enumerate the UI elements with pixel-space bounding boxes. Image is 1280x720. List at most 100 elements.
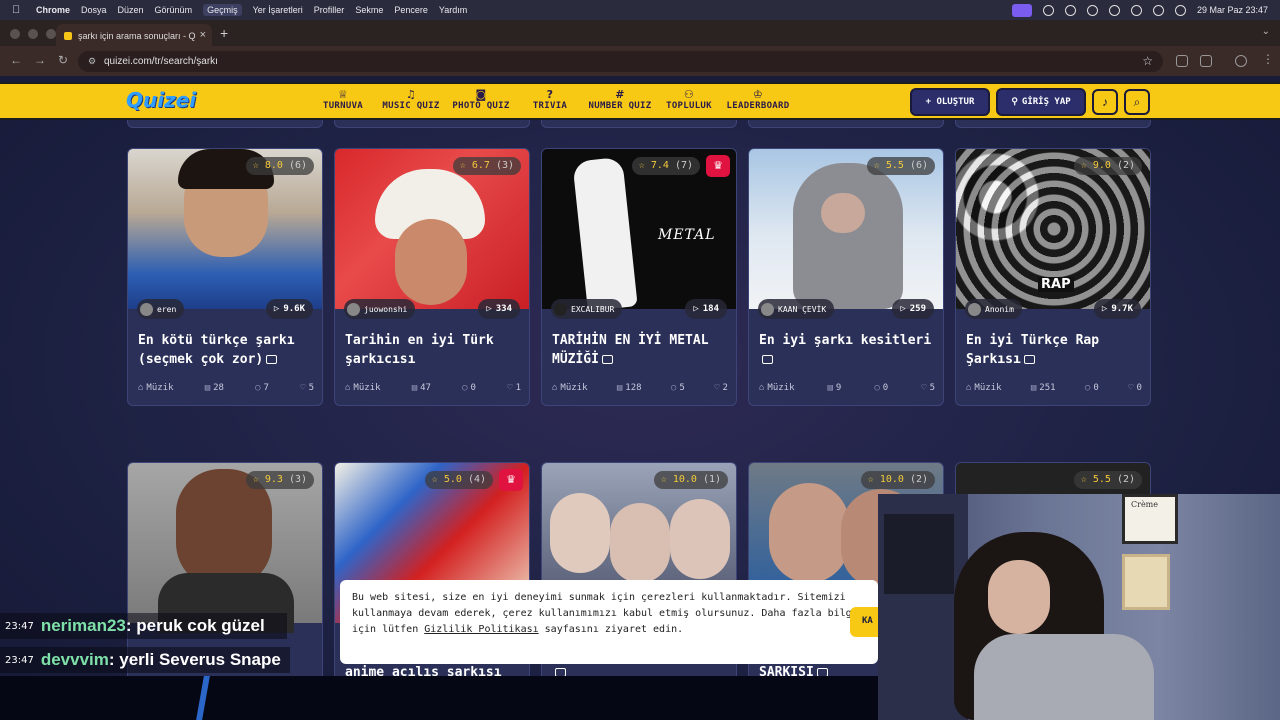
back-icon[interactable]: ← — [10, 53, 22, 67]
privacy-policy-link[interactable]: Gizlilik Politikası — [424, 624, 538, 635]
quiz-title[interactable]: En kötü türkçe şarkı (seçmek çok zor) — [138, 331, 318, 369]
menu-duzen[interactable]: Düzen — [118, 5, 144, 15]
user-switch-icon[interactable] — [1174, 4, 1186, 16]
avatar — [968, 302, 981, 316]
zoom-window-button[interactable] — [46, 29, 56, 39]
play-count: ▷ 9.6K — [265, 299, 313, 319]
comment-count: ○ 0 — [874, 383, 889, 393]
browser-tab[interactable]: şarkı için arama sonuçları - Q × — [56, 24, 212, 46]
menu-sekme[interactable]: Sekme — [355, 5, 383, 15]
extension-icon[interactable] — [1176, 55, 1188, 67]
menu-gecmis[interactable]: Geçmiş — [203, 4, 242, 16]
like-count: ♡ 2 — [714, 383, 728, 393]
create-button[interactable]: + OLUŞTUR — [910, 88, 990, 116]
comment-icon: ○ — [255, 383, 261, 393]
menu-dosya[interactable]: Dosya — [81, 5, 107, 15]
quiz-card[interactable] — [541, 120, 737, 128]
nav-leaderboard[interactable]: ♔ LEADERBOARD — [724, 88, 792, 111]
clock[interactable]: 29 Mar Paz 23:47 — [1197, 5, 1268, 15]
quiz-card[interactable]: METAL ☆ 7.4 (7) ♛ EXCALIBUR ▷ 184 TARİHİN… — [541, 148, 737, 406]
tag-icon: ⌂ — [345, 383, 351, 393]
author-chip[interactable]: KAAN ÇEVİK — [758, 299, 835, 319]
star-icon: ☆ — [660, 474, 667, 485]
author-chip[interactable]: eren — [137, 299, 185, 319]
reload-icon[interactable]: ↻ — [58, 53, 68, 67]
quiz-title[interactable]: TARİHİN EN İYİ METAL MÜZİĞİ — [552, 331, 732, 369]
quiz-card[interactable]: ☆ 8.0 (6) eren ▷ 9.6K En kötü türkçe şark… — [127, 148, 323, 406]
apple-icon[interactable]:  — [12, 4, 26, 16]
star-icon: ☆ — [867, 474, 874, 485]
site-logo[interactable]: Quizei — [126, 88, 196, 112]
chat-message: 23:47 neriman23: peruk cok güzel — [0, 613, 287, 639]
question-icon: ? — [546, 88, 554, 101]
heart-icon: ♡ — [300, 383, 306, 393]
wifi-icon[interactable] — [1130, 4, 1142, 16]
quiz-card[interactable]: ☆ 6.7 (3) juowonshi ▷ 334 Tarihin en iyi … — [334, 148, 530, 406]
minimize-window-button[interactable] — [28, 29, 38, 39]
profile-icon[interactable] — [1235, 55, 1247, 67]
menu-pencere[interactable]: Pencere — [394, 5, 428, 15]
quiz-card[interactable] — [127, 120, 323, 128]
browser-menu-icon[interactable]: ⋮ — [1262, 52, 1274, 66]
control-center-icon[interactable] — [1152, 4, 1164, 16]
bookmark-star-icon[interactable]: ☆ — [1142, 54, 1153, 68]
site-info-icon[interactable]: ⚙ — [88, 56, 96, 67]
rating-badge: ☆ 10.0 (1) — [653, 471, 728, 489]
quiz-card[interactable]: ☆ 5.5 (6) KAAN ÇEVİK ▷ 259 En iyi şarkı k… — [748, 148, 944, 406]
tab-search-icon[interactable]: ⌄ — [1262, 26, 1270, 37]
status-icon[interactable] — [1042, 4, 1054, 16]
category: ⌂ Müzik — [345, 383, 381, 393]
comment-icon: ○ — [1084, 383, 1091, 393]
like-count: ♡ 0 — [1128, 383, 1142, 393]
quiz-title[interactable]: En iyi şarkı kesitleri — [759, 331, 939, 369]
nav-turnuva[interactable]: ♕ TURNUVA — [318, 88, 368, 111]
browser-toolbar: ← → ↻ ⚙ quizei.com/tr/search/şarkı ☆ ⋮ — [0, 46, 1280, 76]
crown-icon: ♛ — [499, 469, 523, 491]
new-tab-icon[interactable]: + — [220, 25, 228, 41]
menu-app[interactable]: Chrome — [36, 5, 70, 15]
video-icon — [266, 355, 278, 364]
play-status-icon[interactable] — [1086, 4, 1098, 16]
star-icon: ☆ — [1080, 474, 1087, 485]
quiz-card[interactable]: RAP ☆ 9.0 (2) Anonim ▷ 9.7K En iyi Türkçe… — [955, 148, 1151, 406]
nav-music-quiz[interactable]: ♫ MUSIC QUIZ — [380, 88, 442, 111]
wall-frame — [1122, 554, 1170, 610]
quiz-card[interactable] — [748, 120, 944, 128]
nav-topluluk[interactable]: ⚇ TOPLULUK — [664, 88, 714, 111]
menu-gorunum[interactable]: Görünüm — [155, 5, 193, 15]
status-icon[interactable] — [1064, 4, 1076, 16]
extension-icon[interactable] — [1200, 55, 1212, 67]
battery-icon[interactable] — [1108, 4, 1120, 16]
menu-yardim[interactable]: Yardım — [439, 5, 467, 15]
screen-record-icon[interactable] — [1011, 3, 1032, 17]
tab-title: şarkı için arama sonuçları - Q — [78, 31, 196, 41]
nav-photo-quiz[interactable]: ◙ PHOTO QUIZ — [450, 88, 512, 111]
search-icon[interactable]: ⌕ — [1124, 89, 1150, 115]
nav-trivia[interactable]: ? TRIVIA — [530, 88, 570, 111]
chat-text: : yerli Severus Snape — [108, 650, 281, 669]
quiz-card[interactable] — [334, 120, 530, 128]
close-tab-icon[interactable]: × — [200, 29, 206, 41]
address-bar[interactable]: ⚙ quizei.com/tr/search/şarkı ☆ — [78, 51, 1163, 72]
author-chip[interactable]: Anonim — [965, 299, 1022, 319]
author-chip[interactable]: EXCALIBUR — [551, 299, 623, 319]
avatar — [140, 302, 153, 316]
cookie-accept-button[interactable]: KA — [850, 607, 878, 637]
login-button[interactable]: ⚲ GİRİŞ YAP — [996, 88, 1086, 116]
notification-bell-icon[interactable]: ♪ — [1092, 89, 1118, 115]
menu-profiller[interactable]: Profiller — [314, 5, 345, 15]
quiz-card[interactable] — [955, 120, 1151, 128]
author-chip[interactable]: juowonshi — [344, 299, 416, 319]
play-icon: ▷ — [900, 304, 906, 314]
rating-badge: ☆ 5.5 (6) — [866, 157, 935, 175]
rating-badge: ☆ 9.0 (2) — [1073, 157, 1142, 175]
wall-poster: Crème — [1122, 494, 1178, 544]
play-count: ▷ 9.7K — [1093, 299, 1141, 319]
forward-icon[interactable]: → — [34, 53, 46, 67]
close-window-button[interactable] — [10, 29, 20, 39]
quiz-title[interactable]: Tarihin en iyi Türk şarkıcısı — [345, 331, 525, 369]
menu-yer-isaretleri[interactable]: Yer İşaretleri — [253, 5, 303, 15]
quiz-title[interactable]: En iyi Türkçe Rap Şarkısı — [966, 331, 1146, 369]
nav-number-quiz[interactable]: # NUMBER QUIZ — [585, 88, 655, 111]
rating-badge: ☆ 10.0 (2) — [860, 471, 935, 489]
